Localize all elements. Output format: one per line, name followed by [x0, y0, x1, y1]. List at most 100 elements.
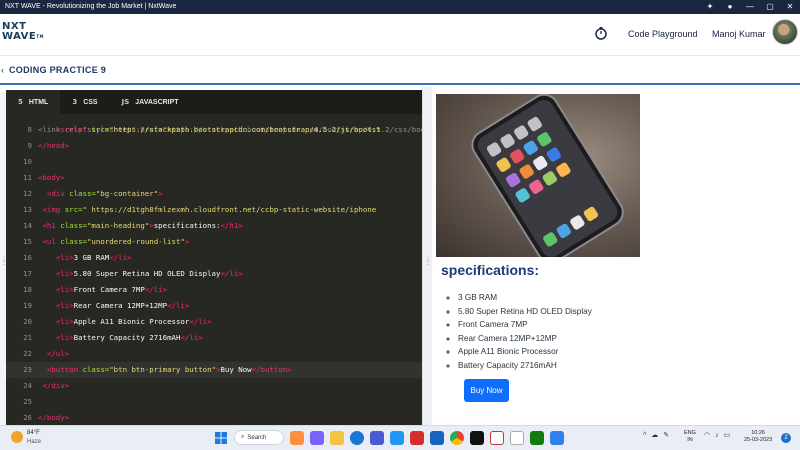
weather-temp[interactable]: 84°F	[27, 430, 40, 436]
code-token: class=	[82, 365, 110, 374]
main-heading: specifications:	[441, 262, 540, 278]
chevron-up-icon[interactable]: ^	[643, 432, 646, 439]
code-token: Front Camera 7MP	[73, 285, 145, 294]
profile-icon[interactable]: ●	[720, 0, 740, 14]
app-icon-blue[interactable]	[430, 430, 444, 445]
wifi-icon[interactable]: ◠	[704, 431, 710, 439]
drag-handle-icon[interactable]: ⋮ ⋮	[425, 256, 431, 266]
code-line[interactable]: 8 <script src="https://stackpath.bootstr…	[6, 122, 422, 138]
code-token: 3 GB RAM	[73, 253, 110, 262]
region-code: IN	[687, 437, 693, 443]
practice-header: ‹ CODING PRACTICE 9	[0, 57, 800, 85]
code-line[interactable]: 24 </div>	[6, 378, 422, 394]
code-token: </body>	[38, 413, 70, 422]
store-icon[interactable]	[370, 430, 384, 445]
minimize-icon[interactable]: —	[740, 0, 760, 14]
windows-start-icon[interactable]	[214, 431, 228, 445]
code-line[interactable]: 26 </body>	[6, 410, 422, 425]
code-line-text: </ul>	[38, 346, 69, 362]
code-line[interactable]: 12 <div class="bg-container">	[6, 186, 422, 202]
clock-date: 25-03-2023	[744, 437, 773, 443]
code-line[interactable]: 20 <li>Apple A11 Bionic Processor</li>	[6, 314, 422, 330]
window-titlebar: NXT WAVE - Revolutionizing the Job Marke…	[0, 0, 800, 14]
line-number: 25	[23, 397, 32, 406]
code-line[interactable]: 16 <li>3 GB RAM</li>	[6, 250, 422, 266]
right-resize-gutter[interactable]: ⋮ ⋮	[422, 87, 432, 425]
cloud-icon[interactable]: ☁	[651, 431, 658, 439]
code-line[interactable]: 17 <li>5.80 Super Retina HD OLED Display…	[6, 266, 422, 282]
user-name[interactable]: Manoj Kumar	[712, 29, 766, 39]
avatar[interactable]	[772, 19, 798, 45]
iphone-image	[436, 94, 640, 257]
code-token: </li>	[167, 301, 190, 310]
mcafee-icon[interactable]	[410, 430, 424, 445]
code-line[interactable]: 18 <li>Front Camera 7MP</li>	[6, 282, 422, 298]
code-line[interactable]: 23 <button class="btn btn-primary button…	[6, 362, 422, 378]
code-line[interactable]: 19 <li>Rear Camera 12MP+12MP</li>	[6, 298, 422, 314]
stopwatch-icon[interactable]	[594, 26, 608, 40]
line-number: 10	[23, 157, 32, 166]
code-editor[interactable]: 5 HTML 3 CSS JS JAVASCRIPT <link rel="st…	[6, 90, 422, 425]
nxtwave-logo[interactable]: NXT WAVETM	[2, 22, 44, 42]
code-token: "bg-container"	[95, 189, 159, 198]
chrome-icon[interactable]	[450, 430, 464, 445]
volume-icon[interactable]: ♪	[715, 432, 719, 439]
code-token: Battery Capacity 2716mAH	[73, 333, 181, 342]
back-chevron-icon[interactable]: ‹	[1, 65, 4, 75]
notification-badge[interactable]: 2	[781, 433, 791, 443]
xbox-icon[interactable]	[530, 430, 544, 445]
line-number: 23	[23, 365, 32, 374]
close-icon[interactable]: ✕	[780, 0, 800, 14]
code-line[interactable]: 21 <li>Battery Capacity 2716mAH</li>	[6, 330, 422, 346]
edge-icon[interactable]	[350, 430, 364, 445]
app-icon-1[interactable]	[290, 430, 304, 445]
weather-icon[interactable]	[11, 431, 23, 443]
buy-now-button[interactable]: Buy Now	[464, 379, 509, 402]
code-line[interactable]: 15 <ul class="unordered-round-list">	[6, 234, 422, 250]
language-indicator[interactable]: ENG IN	[684, 430, 696, 444]
logo-line-2: WAVE	[2, 31, 37, 42]
code-line[interactable]: 25	[6, 394, 422, 410]
teams-icon[interactable]	[310, 430, 324, 445]
photos-icon[interactable]	[550, 430, 564, 445]
code-line[interactable]: 14 <h1 class="main-heading">specificatio…	[6, 218, 422, 234]
nxtwave-app-icon[interactable]	[510, 430, 524, 445]
maximize-icon[interactable]: ▢	[760, 0, 780, 14]
clock[interactable]: 10:26 25-03-2023	[744, 430, 772, 444]
code-token: </ul>	[46, 349, 70, 358]
line-number: 13	[23, 205, 32, 214]
line-number: 8	[27, 125, 32, 134]
code-line[interactable]: 13 <img src=" https://d1tgh8fmlzexmh.clo…	[6, 202, 422, 218]
code-lines[interactable]: <link rel="stylesheet" href="https://sta…	[6, 116, 422, 425]
weather-condition[interactable]: Haze	[27, 439, 41, 445]
code-line[interactable]: 11 <body>	[6, 170, 422, 186]
app-icon-red[interactable]	[490, 430, 504, 445]
code-token: "main-heading"	[86, 221, 150, 230]
list-item: Battery Capacity 2716mAH	[458, 359, 592, 373]
tab-label: CSS	[83, 98, 98, 106]
battery-icon[interactable]: ▭	[724, 431, 731, 439]
code-token: >	[184, 237, 190, 246]
line-number: 24	[23, 381, 32, 390]
app-icon-l[interactable]	[390, 430, 404, 445]
code-token: specifications:	[153, 221, 221, 230]
line-number: 17	[23, 269, 32, 278]
taskbar-search[interactable]: ⌕ Search	[234, 430, 284, 445]
netflix-icon[interactable]	[470, 430, 484, 445]
code-token: "unordered-round-list"	[86, 237, 185, 246]
code-token: </head>	[38, 141, 70, 150]
code-line[interactable]: 9 </head>	[6, 138, 422, 154]
workspace: ⋮ ⋮ 5 HTML 3 CSS JS JAVASCRIPT <link rel=…	[0, 87, 800, 425]
extensions-icon[interactable]: ✦	[700, 0, 720, 14]
code-line[interactable]: 10	[6, 154, 422, 170]
pen-icon[interactable]: ✎	[663, 431, 669, 439]
file-explorer-icon[interactable]	[330, 430, 344, 445]
language-code: ENG	[684, 430, 696, 436]
code-line[interactable]: 22 </ul>	[6, 346, 422, 362]
code-token: Buy Now	[220, 365, 252, 374]
code-playground-link[interactable]: Code Playground	[628, 29, 698, 39]
